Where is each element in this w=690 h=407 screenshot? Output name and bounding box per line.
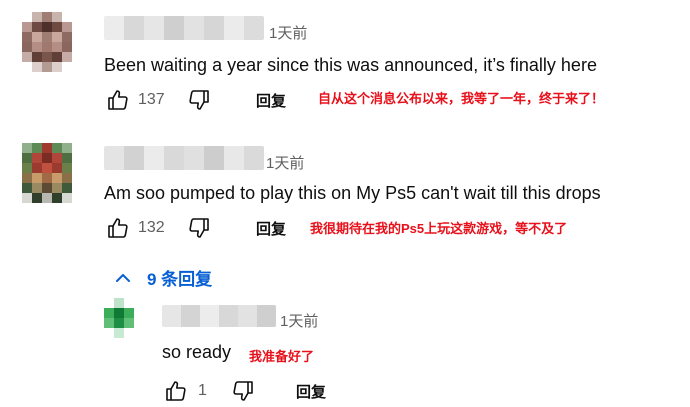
like-button[interactable] (162, 377, 190, 405)
thumbs-down-icon (189, 218, 209, 238)
dislike-button[interactable] (229, 377, 257, 405)
chevron-up-icon (116, 273, 130, 282)
thumbs-up-icon (108, 90, 128, 110)
comment-time: 1天前 (266, 155, 305, 172)
comment-time: 1天前 (280, 313, 319, 330)
replies-toggle-button[interactable]: 9 条回复 (113, 265, 212, 290)
reply-button[interactable]: 回复 (256, 218, 286, 239)
comment-text: Am soo pumped to play this on My Ps5 can… (104, 183, 601, 203)
reply-button[interactable]: 回复 (296, 381, 326, 402)
translation-note: 我很期待在我的Ps5上玩这款游戏，等不及了 (310, 221, 568, 236)
thumbs-up-icon (108, 218, 128, 238)
avatar[interactable] (104, 298, 134, 338)
translation-note: 自从这个消息公布以来，我等了一年，终于来了！ (318, 91, 605, 106)
comment-time: 1天前 (269, 25, 308, 42)
author-name[interactable] (162, 305, 276, 327)
avatar[interactable] (22, 143, 72, 203)
author-name[interactable] (104, 146, 264, 170)
thumbs-down-icon (233, 381, 253, 401)
like-count: 137 (138, 91, 165, 108)
thumbs-up-icon (166, 381, 186, 401)
thumbs-down-icon (189, 90, 209, 110)
avatar[interactable] (22, 12, 72, 72)
replies-toggle-label: 9 条回复 (147, 270, 213, 289)
translation-note: 我准备好了 (249, 349, 315, 364)
comment-text: so ready (162, 342, 232, 362)
like-button[interactable] (104, 214, 132, 242)
dislike-button[interactable] (185, 214, 213, 242)
like-count: 132 (138, 219, 165, 236)
comment-text: Been waiting a year since this was annou… (104, 55, 597, 75)
like-button[interactable] (104, 86, 132, 114)
like-count: 1 (198, 382, 207, 399)
dislike-button[interactable] (185, 86, 213, 114)
reply-button[interactable]: 回复 (256, 90, 286, 111)
author-name[interactable] (104, 16, 264, 40)
